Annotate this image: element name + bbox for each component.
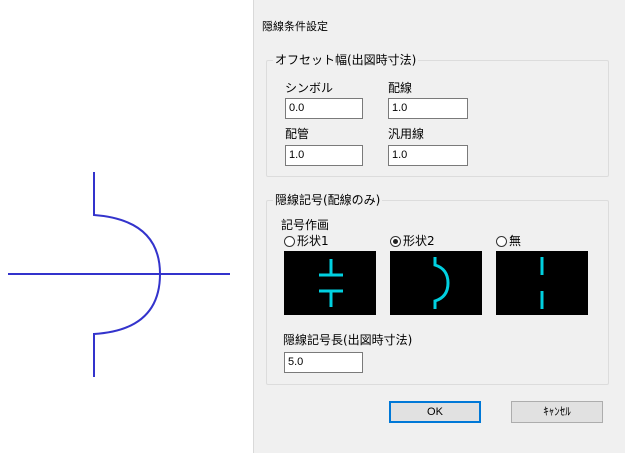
shape1-label: 形状1 — [297, 234, 329, 248]
arc-bridge-symbol-icon[interactable] — [390, 251, 482, 315]
shape1-radio[interactable]: 形状1 — [284, 234, 329, 248]
hidden-line-preview-icon — [8, 172, 230, 377]
piping-offset-field[interactable]: 1.0 — [285, 145, 363, 166]
cancel-button[interactable]: ｷｬﾝｾﾙ — [511, 401, 603, 423]
general-line-label: 汎用線 — [388, 127, 425, 141]
mark-length-label: 隠線記号長(出図時寸法) — [283, 333, 413, 347]
none-label: 無 — [509, 234, 522, 248]
wiring-label: 配線 — [388, 81, 413, 95]
dialog-title: 隠線条件設定 — [262, 20, 328, 33]
none-radio[interactable]: 無 — [496, 234, 521, 248]
general-line-offset-field[interactable]: 1.0 — [388, 145, 468, 166]
shape2-radio[interactable]: 形状2 — [390, 234, 435, 248]
gap-line-symbol-icon[interactable] — [284, 251, 376, 315]
mark-length-field[interactable]: 5.0 — [284, 352, 363, 373]
wiring-offset-field[interactable]: 1.0 — [388, 98, 468, 119]
piping-label: 配管 — [285, 127, 310, 141]
shape2-label: 形状2 — [403, 234, 435, 248]
shape1-radio-circle[interactable] — [284, 235, 295, 247]
none-radio-circle[interactable] — [496, 235, 507, 247]
plain-gap-symbol-icon[interactable] — [496, 251, 588, 315]
symbol-offset-field[interactable]: 0.0 — [285, 98, 363, 119]
symbol-drawing-label: 記号作画 — [281, 218, 330, 232]
preview-canvas — [8, 172, 230, 377]
ok-button[interactable]: OK — [389, 401, 481, 423]
symbol-label: シンボル — [285, 81, 334, 95]
shape2-radio-circle[interactable] — [390, 235, 401, 247]
offset-width-legend: オフセット幅(出図時寸法) — [273, 53, 419, 67]
hidden-line-mark-legend: 隠線記号(配線のみ) — [273, 193, 383, 207]
hidden-line-settings-dialog: 隠線条件設定 オフセット幅(出図時寸法) シンボル 0.0 配線 1.0 配管 … — [253, 0, 625, 453]
